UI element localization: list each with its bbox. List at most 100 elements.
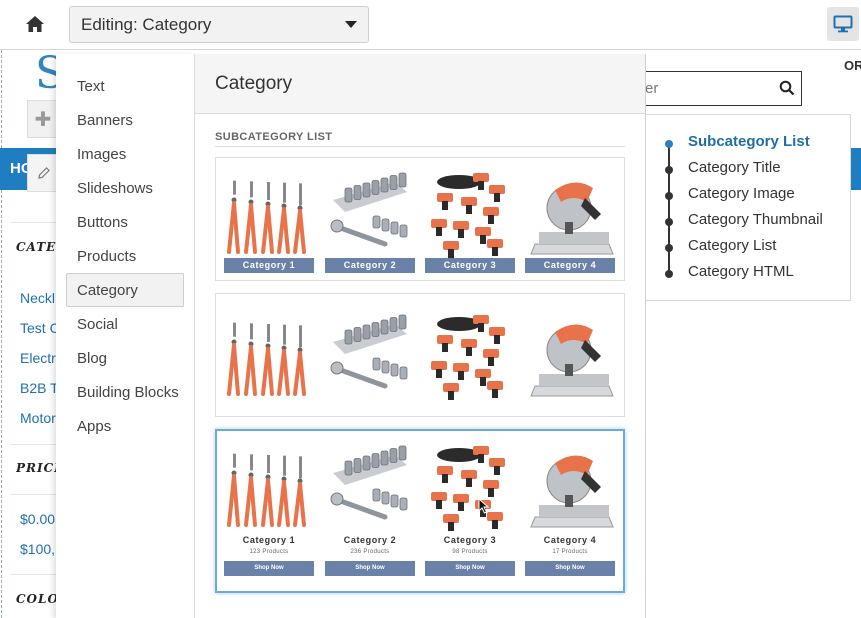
miter-saw-image — [525, 168, 615, 258]
add-block-button[interactable]: ✚ — [27, 100, 59, 138]
outline-bullet — [665, 218, 673, 226]
menu-item-banners[interactable]: Banners — [66, 103, 184, 137]
socket-set-image — [325, 168, 415, 258]
outline-bullet — [665, 192, 673, 200]
category-label: Category 1 — [224, 258, 314, 273]
miter-saw-image-art — [530, 455, 614, 528]
store-search-placeholder: er — [645, 80, 659, 97]
categories-heading: CATEGORIES — [16, 240, 56, 254]
power-tools-image-art — [431, 446, 505, 531]
section-label: SUBCATEGORY LIST — [215, 131, 333, 143]
shop-now-button[interactable]: Shop Now — [325, 561, 415, 576]
price-filter-link[interactable]: $0.00 — [20, 511, 56, 527]
component-menu: Text Banners Images Slideshows Buttons P… — [56, 54, 195, 618]
socket-set-image — [325, 441, 415, 531]
store-search-input[interactable] — [636, 71, 802, 106]
side-category-link[interactable]: Test C — [20, 320, 56, 336]
category-name: Category 4 — [543, 535, 597, 545]
category-tile — [525, 310, 615, 400]
menu-item-apps[interactable]: Apps — [66, 409, 184, 443]
product-count: 98 Products — [452, 549, 488, 555]
top-toolbar: Editing: Category — [0, 0, 861, 50]
pliers-image — [224, 441, 314, 531]
miter-saw-image — [525, 441, 615, 531]
outline-bullet — [665, 244, 673, 252]
socket-set-image-art — [330, 172, 408, 247]
outline-connector — [668, 143, 670, 273]
pencil-icon — [38, 167, 50, 179]
menu-item-social[interactable]: Social — [66, 307, 184, 341]
outline-item-category-list[interactable]: Category List — [688, 237, 776, 254]
miter-saw-image-art — [530, 324, 614, 397]
product-count: 123 Products — [249, 549, 289, 555]
menu-item-products[interactable]: Products — [66, 239, 184, 273]
miter-saw-image-art — [530, 182, 614, 255]
side-category-link[interactable]: Neckl — [20, 290, 56, 306]
divider — [10, 574, 56, 575]
divider — [215, 146, 625, 147]
category-name: Category 3 — [443, 535, 497, 545]
editing-dropdown[interactable]: Editing: Category — [69, 6, 369, 43]
menu-item-text[interactable]: Text — [66, 69, 184, 103]
power-tools-image — [425, 168, 515, 258]
color-heading: COLOR — [16, 592, 56, 606]
shop-now-button[interactable]: Shop Now — [425, 561, 515, 576]
orders-link[interactable]: OR — [844, 58, 861, 73]
category-tile: Category 4 17 Products Shop Now — [525, 441, 615, 576]
outline-bullet — [665, 140, 673, 148]
power-tools-image — [425, 441, 515, 531]
layout-option-image-only[interactable] — [215, 293, 625, 417]
search-icon[interactable] — [779, 80, 795, 96]
layout-option-detailed[interactable]: Category 1 123 Products Shop Now Categor… — [215, 429, 625, 593]
category-tile: Category 3 — [425, 168, 515, 273]
outline-item-subcategory-list[interactable]: Subcategory List — [688, 133, 810, 150]
desktop-view-button[interactable] — [827, 7, 859, 41]
shop-now-button[interactable]: Shop Now — [525, 561, 615, 576]
power-tools-image — [425, 310, 515, 400]
power-tools-image-art — [431, 315, 505, 400]
divider — [10, 222, 56, 223]
mouse-cursor-icon — [478, 498, 490, 514]
power-tools-image-art — [431, 173, 505, 258]
miter-saw-image — [525, 310, 615, 400]
layout-option-label-bar[interactable]: Category 1 Category 2 Category 3 Categor… — [215, 157, 625, 281]
divider — [10, 494, 56, 495]
outline-item-category-title[interactable]: Category Title — [688, 159, 781, 176]
outline-item-category-image[interactable]: Category Image — [688, 185, 795, 202]
outline-item-category-thumbnail[interactable]: Category Thumbnail — [688, 211, 823, 228]
price-heading: PRICE — [16, 461, 56, 475]
menu-item-slideshows[interactable]: Slideshows — [66, 171, 184, 205]
shop-now-button[interactable]: Shop Now — [224, 561, 314, 576]
editing-dropdown-label: Editing: Category — [81, 14, 212, 34]
product-count: 236 Products — [350, 549, 390, 555]
pliers-image — [224, 168, 314, 258]
menu-item-buttons[interactable]: Buttons — [66, 205, 184, 239]
category-label: Category 2 — [325, 258, 415, 273]
home-icon — [26, 16, 44, 32]
product-count: 17 Products — [552, 549, 588, 555]
pliers-image-art — [227, 180, 306, 254]
category-panel: Category SUBCATEGORY LIST Category 1 Cat… — [195, 54, 646, 618]
category-label: Category 4 — [525, 258, 615, 273]
price-filter-link[interactable]: $100, — [20, 541, 56, 557]
pliers-image — [224, 310, 314, 400]
side-category-link[interactable]: B2B T — [20, 380, 56, 396]
structure-outline: Subcategory List Category Title Category… — [646, 114, 851, 301]
category-tile — [325, 310, 415, 400]
divider — [10, 444, 56, 445]
socket-set-image-art — [330, 445, 408, 520]
home-button[interactable] — [20, 10, 50, 38]
chevron-down-icon — [345, 21, 357, 28]
menu-item-blog[interactable]: Blog — [66, 341, 184, 375]
socket-set-image — [325, 310, 415, 400]
menu-item-category[interactable]: Category — [66, 273, 184, 307]
category-tile: Category 1 123 Products Shop Now — [224, 441, 314, 576]
desktop-icon — [833, 15, 853, 33]
menu-item-images[interactable]: Images — [66, 137, 184, 171]
category-name: Category 1 — [242, 535, 296, 545]
outline-item-category-html[interactable]: Category HTML — [688, 263, 794, 280]
side-category-link[interactable]: Motor — [20, 410, 56, 426]
panel-title: Category — [195, 54, 645, 114]
menu-item-building-blocks[interactable]: Building Blocks — [66, 375, 184, 409]
side-category-link[interactable]: Electr — [20, 350, 56, 366]
